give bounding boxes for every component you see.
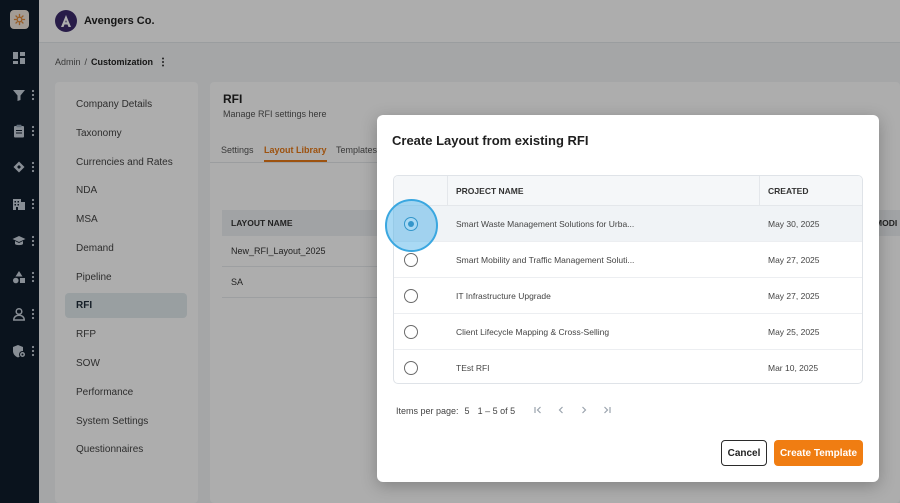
created-date: Mar 10, 2025 <box>768 363 819 373</box>
column-header-project-name[interactable]: PROJECT NAME <box>456 186 524 196</box>
created-date: May 27, 2025 <box>768 255 820 265</box>
table-row[interactable]: Smart Mobility and Traffic Management So… <box>394 242 862 278</box>
table-row[interactable]: TEst RFI Mar 10, 2025 <box>394 350 862 383</box>
row-radio[interactable] <box>404 289 418 303</box>
project-name: IT Infrastructure Upgrade <box>456 291 551 301</box>
first-page-icon[interactable] <box>532 404 544 416</box>
row-radio[interactable] <box>404 361 418 375</box>
create-layout-dialog: Create Layout from existing RFI PROJECT … <box>377 115 879 482</box>
click-indicator <box>385 199 438 252</box>
cancel-button[interactable]: Cancel <box>721 440 767 466</box>
items-per-page-label: Items per page: <box>396 406 459 416</box>
project-name: Smart Waste Management Solutions for Urb… <box>456 219 635 229</box>
column-header-created[interactable]: CREATED <box>768 186 808 196</box>
project-name: Client Lifecycle Mapping & Cross-Selling <box>456 327 610 337</box>
created-date: May 25, 2025 <box>768 327 820 337</box>
prev-page-icon[interactable] <box>555 404 567 416</box>
dialog-title: Create Layout from existing RFI <box>392 133 589 148</box>
project-name: Smart Mobility and Traffic Management So… <box>456 255 635 265</box>
items-per-page-select[interactable]: 5 <box>465 406 470 416</box>
created-date: May 27, 2025 <box>768 291 820 301</box>
table-header: PROJECT NAME CREATED <box>394 176 862 206</box>
table-row[interactable]: Smart Waste Management Solutions for Urb… <box>394 206 862 242</box>
row-radio[interactable] <box>404 325 418 339</box>
table-row[interactable]: IT Infrastructure Upgrade May 27, 2025 <box>394 278 862 314</box>
column-divider <box>447 176 448 206</box>
last-page-icon[interactable] <box>601 404 613 416</box>
table-row[interactable]: Client Lifecycle Mapping & Cross-Selling… <box>394 314 862 350</box>
column-divider <box>759 176 760 206</box>
paginator: Items per page: 5 1 – 5 of 5 <box>396 406 515 416</box>
create-template-button[interactable]: Create Template <box>774 440 863 466</box>
rfi-selection-table: PROJECT NAME CREATED Smart Waste Managem… <box>393 175 863 384</box>
created-date: May 30, 2025 <box>768 219 820 229</box>
next-page-icon[interactable] <box>578 404 590 416</box>
project-name: TEst RFI <box>456 363 490 373</box>
row-radio[interactable] <box>404 253 418 267</box>
page-range: 1 – 5 of 5 <box>477 406 516 416</box>
